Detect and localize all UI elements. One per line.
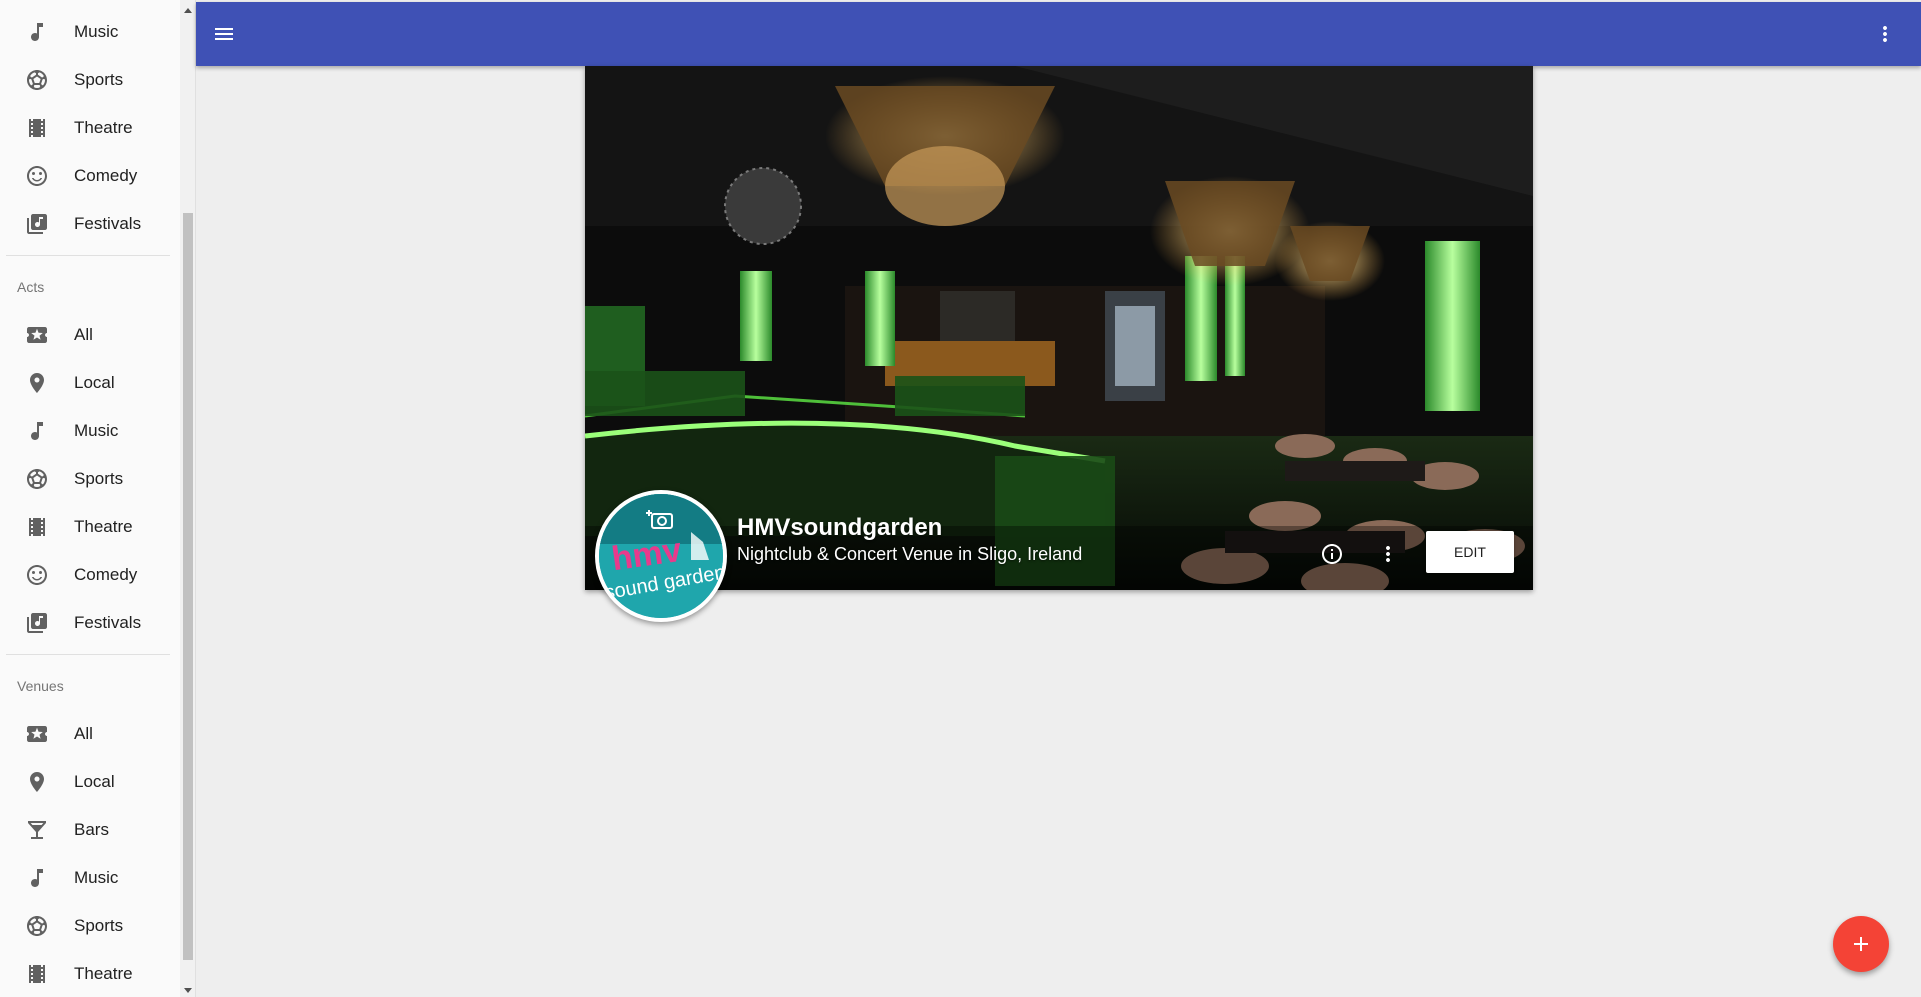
venues-item-all[interactable]: All [0,710,180,758]
acts-subheader: Acts [17,279,45,295]
venue-description: Nightclub & Concert Venue in Sligo, Irel… [737,544,1083,564]
nav-item-label: Sports [74,469,124,488]
acts-item-music[interactable]: Music [0,407,180,455]
info-icon[interactable] [1320,542,1344,566]
more-vert-icon[interactable] [1873,22,1897,46]
venue-cover-photo [585,66,1533,590]
scroll-down-arrow[interactable] [184,988,192,993]
venues-item-bars[interactable]: Bars [0,806,180,854]
add-icon [1854,937,1868,951]
divider [6,654,170,655]
library-music-icon [24,211,50,237]
category-item-theatre[interactable]: Theatre [0,104,180,152]
app-bar [196,2,1921,66]
nav-item-label: Local [74,772,115,791]
local-activity-icon [24,322,50,348]
music-note-icon [24,865,50,891]
category-item-sports[interactable]: Sports [0,56,180,104]
acts-item-all[interactable]: All [0,311,180,359]
venues-item-music[interactable]: Music [0,854,180,902]
nav-item-label: Music [74,22,119,41]
venue-logo-avatar[interactable]: hmv sound garden [595,490,727,622]
location-pin-icon [24,769,50,795]
nav-item-label: Bars [74,820,109,839]
venue-name: HMVsoundgarden [737,514,943,541]
location-pin-icon [24,370,50,396]
acts-item-theatre[interactable]: Theatre [0,503,180,551]
navigation-drawer: Music Sports Theatre Comedy Festivals Acts A… [0,0,196,997]
film-icon [24,514,50,540]
smiley-icon [24,562,50,588]
nav-item-label: Theatre [74,517,133,536]
acts-item-sports[interactable]: Sports [0,455,180,503]
venues-item-theatre[interactable]: Theatre [0,950,180,997]
category-item-festivals[interactable]: Festivals [0,200,180,248]
film-icon [24,115,50,141]
acts-item-local[interactable]: Local [0,359,180,407]
acts-item-festivals[interactable]: Festivals [0,599,180,647]
nav-item-label: Music [74,868,119,887]
acts-list: All Local Music Sports Theatre Comedy Festival… [0,311,180,647]
soccer-ball-icon [24,67,50,93]
nav-item-label: Festivals [74,613,142,632]
soccer-ball-icon [24,913,50,939]
nav-item-label: Theatre [74,964,133,983]
smiley-icon [24,163,50,189]
nav-item-label: Sports [74,916,124,935]
drawer-content: Music Sports Theatre Comedy Festivals Acts A… [0,8,180,997]
venues-subheader: Venues [17,678,64,694]
film-icon [24,961,50,987]
divider [6,255,170,256]
nav-item-label: All [74,724,93,743]
hmv-logo-image: hmv sound garden [599,494,723,618]
venues-item-local[interactable]: Local [0,758,180,806]
nightclub-interior-image [585,66,1533,590]
nav-item-label: Sports [74,70,124,89]
drawer-scrollbar[interactable] [180,0,195,997]
nav-item-label: Theatre [74,118,133,137]
category-item-comedy[interactable]: Comedy [0,152,180,200]
local-activity-icon [24,721,50,747]
nav-item-label: Comedy [74,166,138,185]
music-note-icon [24,418,50,444]
edit-button[interactable]: EDIT [1426,531,1514,573]
nav-item-label: Local [74,373,115,392]
venues-list: All Local Bars Music Sports Theatre [0,710,180,997]
acts-item-comedy[interactable]: Comedy [0,551,180,599]
add-fab-button[interactable] [1833,916,1889,972]
scroll-thumb[interactable] [183,213,193,960]
nav-item-label: Comedy [74,565,138,584]
hamburger-menu-icon[interactable] [212,22,236,46]
scroll-up-arrow[interactable] [184,8,192,13]
library-music-icon [24,610,50,636]
top-category-list: Music Sports Theatre Comedy Festivals [0,8,180,248]
cocktail-glass-icon [24,817,50,843]
music-note-icon [24,19,50,45]
nav-item-label: All [74,325,93,344]
more-vert-icon[interactable] [1376,542,1400,566]
nav-item-label: Music [74,421,119,440]
nav-item-label: Festivals [74,214,142,233]
venues-item-sports[interactable]: Sports [0,902,180,950]
soccer-ball-icon [24,466,50,492]
category-item-music[interactable]: Music [0,8,180,56]
